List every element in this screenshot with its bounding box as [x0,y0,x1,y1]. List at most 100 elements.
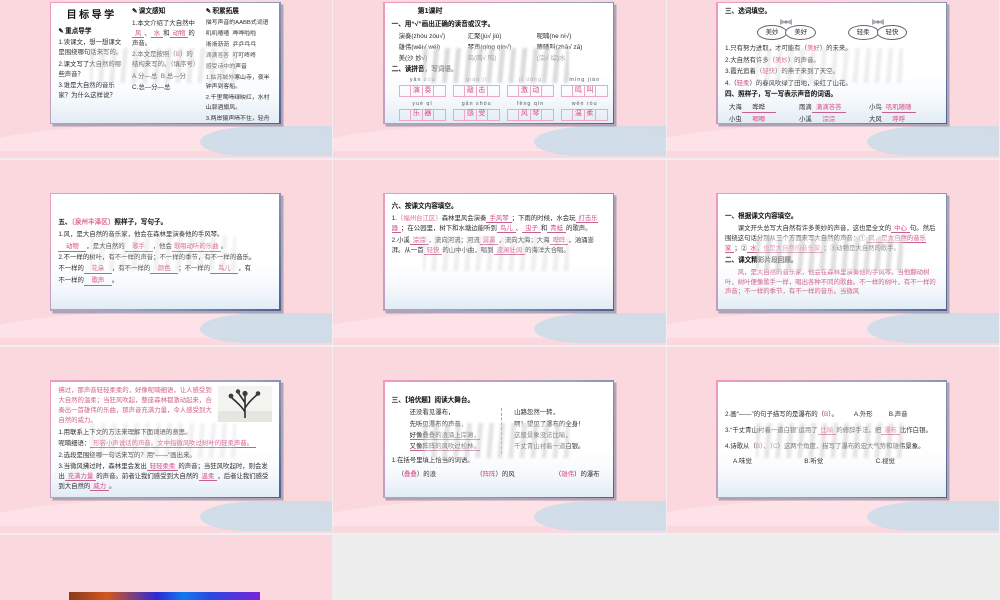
option: A.外形 [853,410,873,418]
label: 大风 [868,116,882,123]
pinyin-label: yuè qì [412,100,433,107]
section-heading: 积累拓展 [212,8,239,16]
watermark [756,423,903,459]
watermark [89,423,236,459]
answer-text: 呼呼 [882,116,916,123]
section-heading: 三、【培优题】阅读大舞台。 [391,396,475,404]
page-title: 目标导学 [66,10,117,22]
colorful-banner-image [69,591,260,600]
text-line: 叽叽喳喳 哗哗啦啦 [205,31,257,38]
wave-decoration [200,313,333,344]
poem-line: 还没看见瀑布， [409,409,455,417]
section-heading: 一、用“√”画出正确的读音或汉字。 [391,21,495,29]
text-segment: 课文开头总写大自然有许多美妙的声音，这也是全文的 [737,225,892,233]
section-heading: 三、选词填空。 [724,8,772,16]
text-segment: 和 [163,29,170,37]
wave-decoration [533,500,666,531]
answer-text: 鸟儿 [496,225,516,234]
answer-text: 手风琴 [486,215,512,224]
option-line: C.总—分—总 [132,83,171,91]
answer-text: 雄伟 [561,470,575,478]
pen-icon: ✎ [58,27,64,35]
blank-group: （雄伟）的瀑布 [555,470,600,480]
bow-icon [871,18,885,30]
wave-decoration [866,500,999,531]
pen-icon: ✎ [205,8,211,16]
fill-blank-paragraph: 3.当微风拂过时，森林里会发出 轻轻柔柔 的声音；当狂风吹起时，则会发出 充满力量 的声… [58,462,272,492]
bow-icon [779,18,793,30]
answer-text: 轻轻柔柔 [146,463,179,472]
slide-thumbnail-5[interactable]: 六、按课文内容填空。 1.〔福州台江区〕森林里风会演奏 手风琴 ；下雨的时候，水会玩… [333,159,667,348]
option: B.听觉 [804,457,824,465]
blank-group: （叠叠）的浪 [398,470,436,480]
wave-decoration [533,313,666,344]
word-bank: 美妙 美好 轻柔 轻快 [725,19,939,41]
answer-text: 唧唧 [742,116,776,123]
slide-grid-viewer: 目标导学 ✎ 重点导学 1.读课文，想一想课文是围绕哪句话来写的。 2.课文写了大… [0,0,1000,600]
slide-thumbnail-7[interactable]: 拂过，那声音轻轻柔柔的，好像呢喃细语，让人感受到大自然的温柔；当狂风吹起，整座森… [0,347,334,535]
answer-text: 中心 [891,225,910,234]
pinyin-label: wēn róu [571,100,598,107]
answer-text: 轻柔 [736,79,750,87]
text-segment: 4.诗歌从（ [724,442,756,450]
sound-words-row: 大海 哗哗 雨滴 滴滴答答 小鸟 叽叽喳喳 [725,103,939,113]
word-pair: 轻柔 轻快 [847,19,908,41]
sound-words-row: 小虫 唧唧 小溪 淙淙 大风 呼呼 [725,115,939,123]
watermark [89,235,236,271]
word-pair: 美妙 美好 [756,19,817,41]
option: C.视觉 [875,457,895,465]
tree-photo [218,385,273,426]
pinyin-label: gǎn shòu [461,100,492,107]
slide-thumbnail-3[interactable]: 三、选词填空。 美妙 美好 轻柔 轻快 1.只有努力进取，才可能有（美好）的未来。 … [666,0,1000,160]
text-segment: 的声音。前者让我们感受到大自然的 [96,473,199,481]
answer-text: 歌声 [83,277,112,286]
slide-thumbnail-2[interactable]: 第1课时 一、用“√”画出正确的读音或汉字。 演奏(zhòu zòu√) 汇聚(j… [333,0,667,160]
answer-text: 温柔 [198,473,218,482]
slide-thumbnail-9[interactable]: 2.画“——”的句子描写的是瀑布的（B）。A.外形B.声音 3.“千丈青山衬着一… [666,347,1000,535]
slide-thumbnail-1[interactable]: 目标导学 ✎ 重点导学 1.读课文，想一想课文是围绕哪句话来写的。 2.课文写了大… [0,0,334,160]
watermark [756,48,903,84]
text-segment: ）的瀑布 [574,470,600,478]
slide-thumbnail-6[interactable]: 一、根据课文内容填空。 课文开头总写大自然有许多美妙的声音，这也是全文的 中心 句。… [666,159,1000,348]
answer-text: 动物 [169,29,189,38]
blank-group: （阵阵）的风 [476,470,514,480]
text-segment: 五、 [58,219,72,227]
label: 大海 [728,103,742,111]
lesson-header: 第1课时 [417,8,443,16]
text-segment: ；在公园里，树下和水塘边能听到 [401,225,497,233]
text-line: 描写声音的AABB式词语 [205,20,269,27]
pinyin-choice: 汇聚(jù√ jiù) [467,32,502,40]
pinyin-word-group: gǎn shòu 感受 [452,100,500,122]
text-segment: 2.小溪 [391,236,410,244]
answer-text: 叠叠 [404,470,417,478]
slide-thumbnail-4[interactable]: 五、〔泉州丰泽区〕照样子，写句子。 1.风，是大自然的音乐家，他会在森林里演奏他… [0,159,334,348]
fill-blank-row: （叠叠）的浪 （阵阵）的风 （雄伟）的瀑布 [392,470,606,480]
pinyin-word-group: wēn róu 温柔 [560,100,608,122]
fill-blank-paragraph: 1.〔福州台江区〕森林里风会演奏 手风琴 ；下雨的时候，水会玩 打击乐器 ；在公园里，树… [391,214,606,234]
label: 小鸟 [868,103,882,111]
poem-line: 2.千里莺啼绿映红，水村山郭酒旗风。 [205,95,270,111]
section-heading: 重点导学 [65,27,92,35]
text-segment: 森林里风会演奏 [441,215,487,223]
label: 小虫 [728,116,742,123]
wave-decoration [200,500,333,531]
poem-line: 3.两岸猿声啼不住，轻舟已过万重山。 [205,115,270,122]
answer-text: 虫子 [522,225,541,234]
example-text: 哗哗 [741,104,776,113]
slide-thumbnail-8[interactable]: 三、【培优题】阅读大舞台。 还没看见瀑布， 先听见瀑布的声音， 好像叠叠的浪涌上… [333,347,667,535]
option: B.声音 [888,410,908,418]
pinyin-choice: 演奏(zhòu zòu√) [398,32,446,40]
slide-thumbnail-10[interactable] [0,534,334,600]
question-line: 3.谁是大自然的音乐家？为什么这样说？ [58,82,116,100]
text-segment: ，有 [238,265,251,273]
answer-text: 充满力量 [64,473,97,482]
region-tag: 〔泉州丰泽区〕 [71,219,115,227]
wave-decoration [866,125,999,156]
text-segment: ）的浪 [416,470,436,478]
label: 雨滴 [798,103,812,111]
text-segment: 2.画“——”的句子描写的是瀑布的（ [724,410,824,418]
text-segment: 照样子，写句子。 [114,219,168,227]
answer-text: 水 [150,29,164,38]
fill-blank-line: 不一样的 歌声。 [58,276,272,286]
text-segment: 呢喃细语： [58,440,91,448]
